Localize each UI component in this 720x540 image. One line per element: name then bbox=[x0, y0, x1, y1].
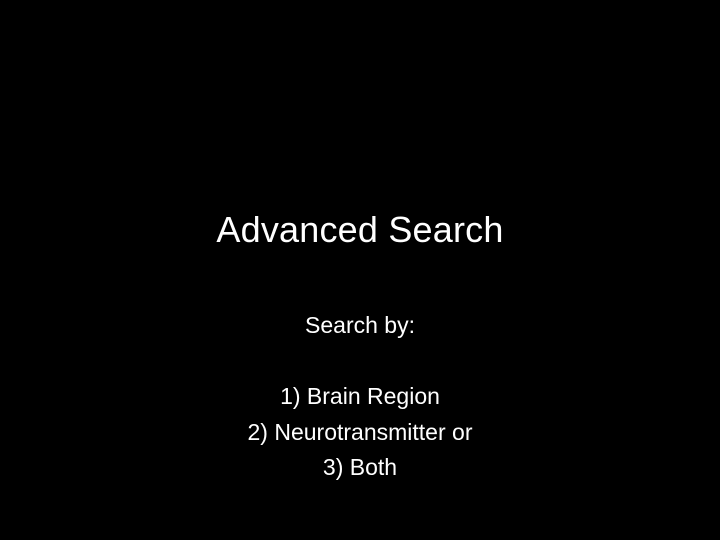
option-both: 3) Both bbox=[322, 454, 398, 480]
slide: Advanced Search Search by: 1) Brain Regi… bbox=[0, 0, 720, 540]
slide-title: Advanced Search bbox=[216, 209, 504, 250]
search-by-label: Search by: bbox=[305, 312, 415, 338]
search-options-list: 1) Brain Region 2) Neurotransmitter or 3… bbox=[0, 379, 720, 486]
option-neurotransmitter: 2) Neurotransmitter or bbox=[247, 418, 473, 445]
option-brain-region: 1) Brain Region bbox=[280, 383, 440, 409]
